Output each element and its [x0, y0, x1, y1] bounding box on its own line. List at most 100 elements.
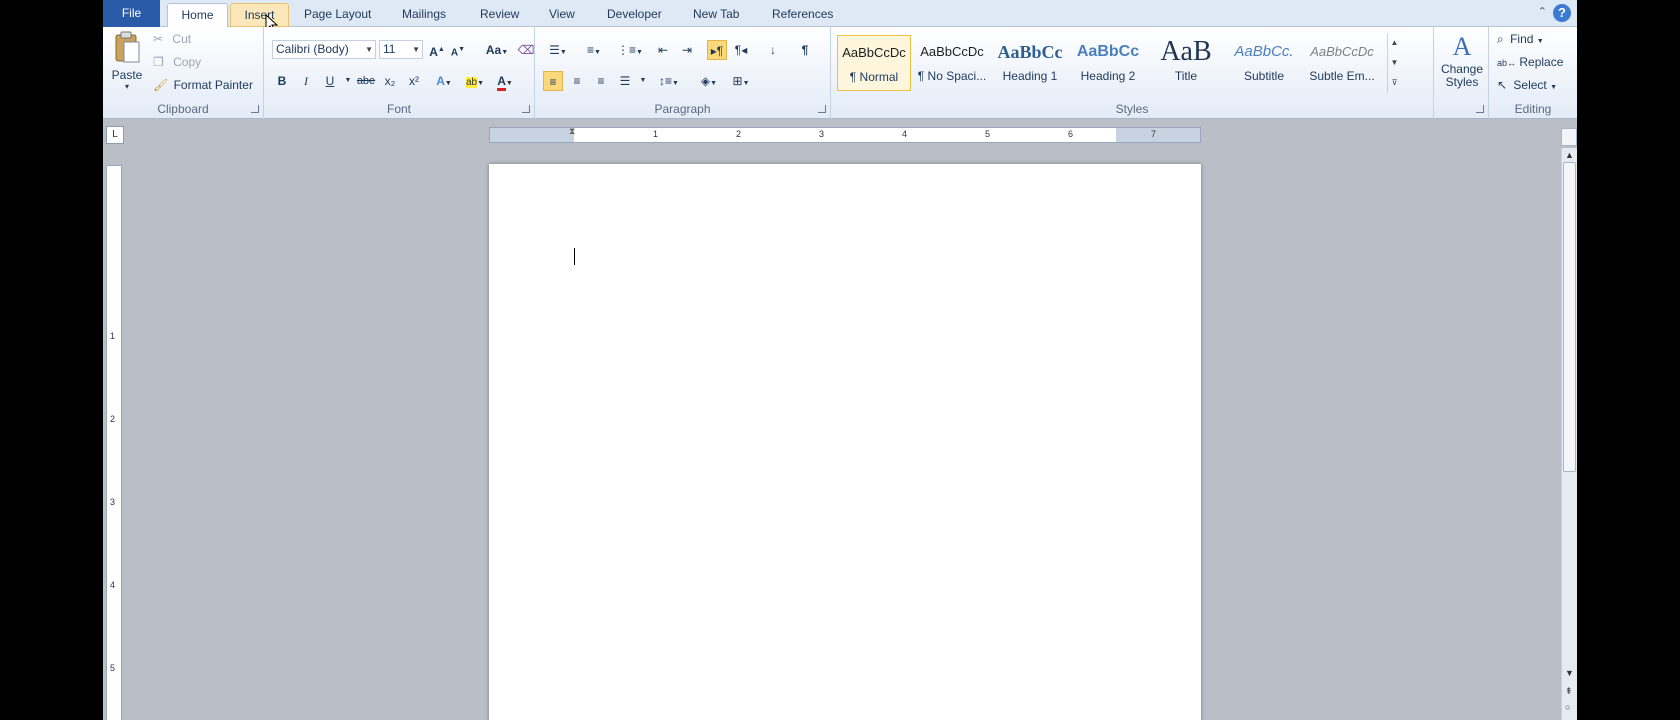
style-subtitle[interactable]: AaBbCc. Subtitle	[1227, 35, 1301, 91]
align-center-button[interactable]: ≡	[567, 71, 587, 91]
styles-launcher-icon[interactable]	[1476, 105, 1484, 113]
highlight-button[interactable]: ab▼	[462, 71, 488, 91]
chevron-up-icon[interactable]: ▲	[1388, 33, 1401, 53]
chevron-down-icon[interactable]: ▼	[1388, 53, 1401, 73]
style-name: ¶ Normal	[849, 70, 899, 84]
clear-formatting-button[interactable]: ⌫	[516, 40, 536, 60]
shading-button[interactable]: ◈▼	[695, 71, 723, 91]
change-case-icon: Aa	[485, 43, 502, 57]
chevron-down-icon: ▼	[365, 45, 373, 54]
change-styles-button[interactable]: A Change Styles	[1439, 31, 1485, 89]
paste-icon	[115, 31, 140, 63]
paragraph-launcher-icon[interactable]	[818, 105, 826, 113]
ruler-number: 2	[736, 129, 742, 139]
scroll-down-icon[interactable]: ▼	[1565, 668, 1574, 678]
font-color-button[interactable]: A▼	[492, 71, 518, 91]
align-right-button[interactable]: ≡	[591, 71, 611, 91]
ruler-margin-right	[1116, 128, 1200, 142]
more-styles-icon[interactable]: ⊽	[1388, 73, 1401, 93]
style-name: Subtitle	[1243, 69, 1285, 83]
align-left-button[interactable]: ≡	[543, 71, 563, 91]
shrink-font-button[interactable]: A▼	[448, 40, 468, 60]
font-launcher-icon[interactable]	[522, 105, 530, 113]
decrease-indent-button[interactable]: ⇤	[653, 40, 673, 60]
text-effects-button[interactable]: A▼	[434, 71, 454, 91]
change-case-button[interactable]: Aa▼	[483, 40, 511, 60]
tab-selector[interactable]: L	[106, 126, 124, 144]
indent-marker-icon[interactable]: ⧗	[569, 126, 575, 137]
tab-mailings[interactable]: Mailings	[392, 3, 456, 27]
tab-view[interactable]: View	[539, 3, 585, 27]
cut-button[interactable]: ✂ Cut	[153, 32, 191, 46]
style-heading-2[interactable]: AaBbCc Heading 2	[1071, 35, 1145, 91]
vertical-ruler[interactable]: 1 2 3 4 5	[106, 165, 122, 720]
style-name: Heading 2	[1080, 69, 1136, 83]
tab-page-layout[interactable]: Page Layout	[294, 3, 381, 27]
ltr-button[interactable]: ▸¶	[707, 40, 727, 60]
bullets-button[interactable]: ☰▼	[543, 40, 573, 60]
style-preview: AaBbCcDc	[842, 45, 906, 60]
format-painter-button[interactable]: 🖌 Format Painter	[153, 78, 253, 92]
select-label: Select	[1513, 78, 1547, 92]
help-icon[interactable]: ?	[1553, 4, 1571, 22]
grow-font-button[interactable]: A▲	[427, 40, 447, 60]
previous-page-icon[interactable]: ⇞	[1565, 686, 1573, 697]
vertical-scrollbar[interactable]: ▲ ▼ ⇞ ○	[1561, 148, 1577, 720]
chevron-down-icon: ▼	[412, 45, 420, 54]
bullets-icon: ☰	[549, 43, 560, 57]
style-normal[interactable]: AaBbCcDc ¶ Normal	[837, 35, 911, 91]
strikethrough-button[interactable]: abe	[354, 71, 378, 91]
font-size-value: 11	[383, 42, 396, 56]
minimize-ribbon-icon[interactable]: ⌃	[1538, 5, 1547, 18]
styles-gallery-scroll[interactable]: ▲ ▼ ⊽	[1387, 33, 1401, 93]
tab-home[interactable]: Home	[167, 3, 228, 27]
style-no-spacing[interactable]: AaBbCcDc ¶ No Spaci...	[915, 35, 989, 91]
scroll-up-icon[interactable]: ▲	[1565, 150, 1574, 160]
justify-button[interactable]: ☰	[615, 71, 635, 91]
borders-button[interactable]: ⊞▼	[727, 71, 755, 91]
styles-group-label: Styles	[1115, 102, 1149, 116]
subscript-button[interactable]: x₂	[380, 71, 400, 91]
numbering-button[interactable]: ≡▼	[579, 40, 609, 60]
paste-dropdown-icon[interactable]: ▾	[111, 82, 143, 91]
show-hide-button[interactable]: ¶	[795, 40, 815, 60]
view-ruler-icon[interactable]	[1561, 128, 1577, 146]
find-button[interactable]: ⌕ Find ▼	[1497, 32, 1544, 47]
increase-indent-button[interactable]: ⇥	[677, 40, 697, 60]
tab-developer[interactable]: Developer	[597, 3, 672, 27]
sort-button[interactable]: ↓	[763, 40, 783, 60]
font-family-combo[interactable]: Calibri (Body) ▼	[272, 40, 376, 59]
tab-new-tab[interactable]: New Tab	[683, 3, 749, 27]
style-title[interactable]: AaB Title	[1149, 35, 1223, 91]
italic-button[interactable]: I	[296, 71, 316, 91]
clipboard-launcher-icon[interactable]	[251, 105, 259, 113]
tab-review[interactable]: Review	[470, 3, 529, 27]
left-to-right-icon: ▸¶	[710, 44, 724, 58]
editing-group: ⌕ Find ▼ ab↔ Replace ↖ Select ▼ Editing	[1489, 27, 1577, 119]
bold-button[interactable]: B	[272, 71, 292, 91]
style-preview: AaBbCcDc	[920, 44, 984, 59]
paste-button[interactable]: Paste ▾	[111, 31, 143, 91]
tab-insert[interactable]: Insert	[230, 3, 289, 27]
select-button[interactable]: ↖ Select ▼	[1497, 78, 1557, 92]
browse-object-icon[interactable]: ○	[1565, 702, 1570, 712]
style-heading-1[interactable]: AaBbCc Heading 1	[993, 35, 1067, 91]
scrollbar-thumb[interactable]	[1563, 162, 1576, 472]
multilevel-list-button[interactable]: ⋮≡▼	[615, 40, 645, 60]
underline-button[interactable]: U	[320, 71, 340, 91]
line-spacing-button[interactable]: ↕≡▼	[655, 71, 683, 91]
replace-button[interactable]: ab↔ Replace	[1497, 55, 1563, 69]
document-page[interactable]	[489, 164, 1201, 720]
ruler-number: 5	[985, 129, 991, 139]
style-name: Title	[1174, 69, 1198, 83]
copy-button[interactable]: ❐ Copy	[153, 55, 201, 69]
ruler-number: 3	[110, 497, 116, 507]
font-size-combo[interactable]: 11 ▼	[379, 40, 423, 59]
superscript-button[interactable]: x²	[404, 71, 424, 91]
style-subtle-emphasis[interactable]: AaBbCcDc Subtle Em...	[1305, 35, 1379, 91]
rtl-button[interactable]: ¶◂	[731, 40, 751, 60]
justify-dropdown-icon[interactable]: ▼	[633, 71, 653, 91]
tab-references[interactable]: References	[762, 3, 843, 27]
horizontal-ruler[interactable]: 1 2 3 4 5 6 7 ⧗	[489, 126, 1201, 143]
tab-file[interactable]: File	[103, 0, 160, 27]
